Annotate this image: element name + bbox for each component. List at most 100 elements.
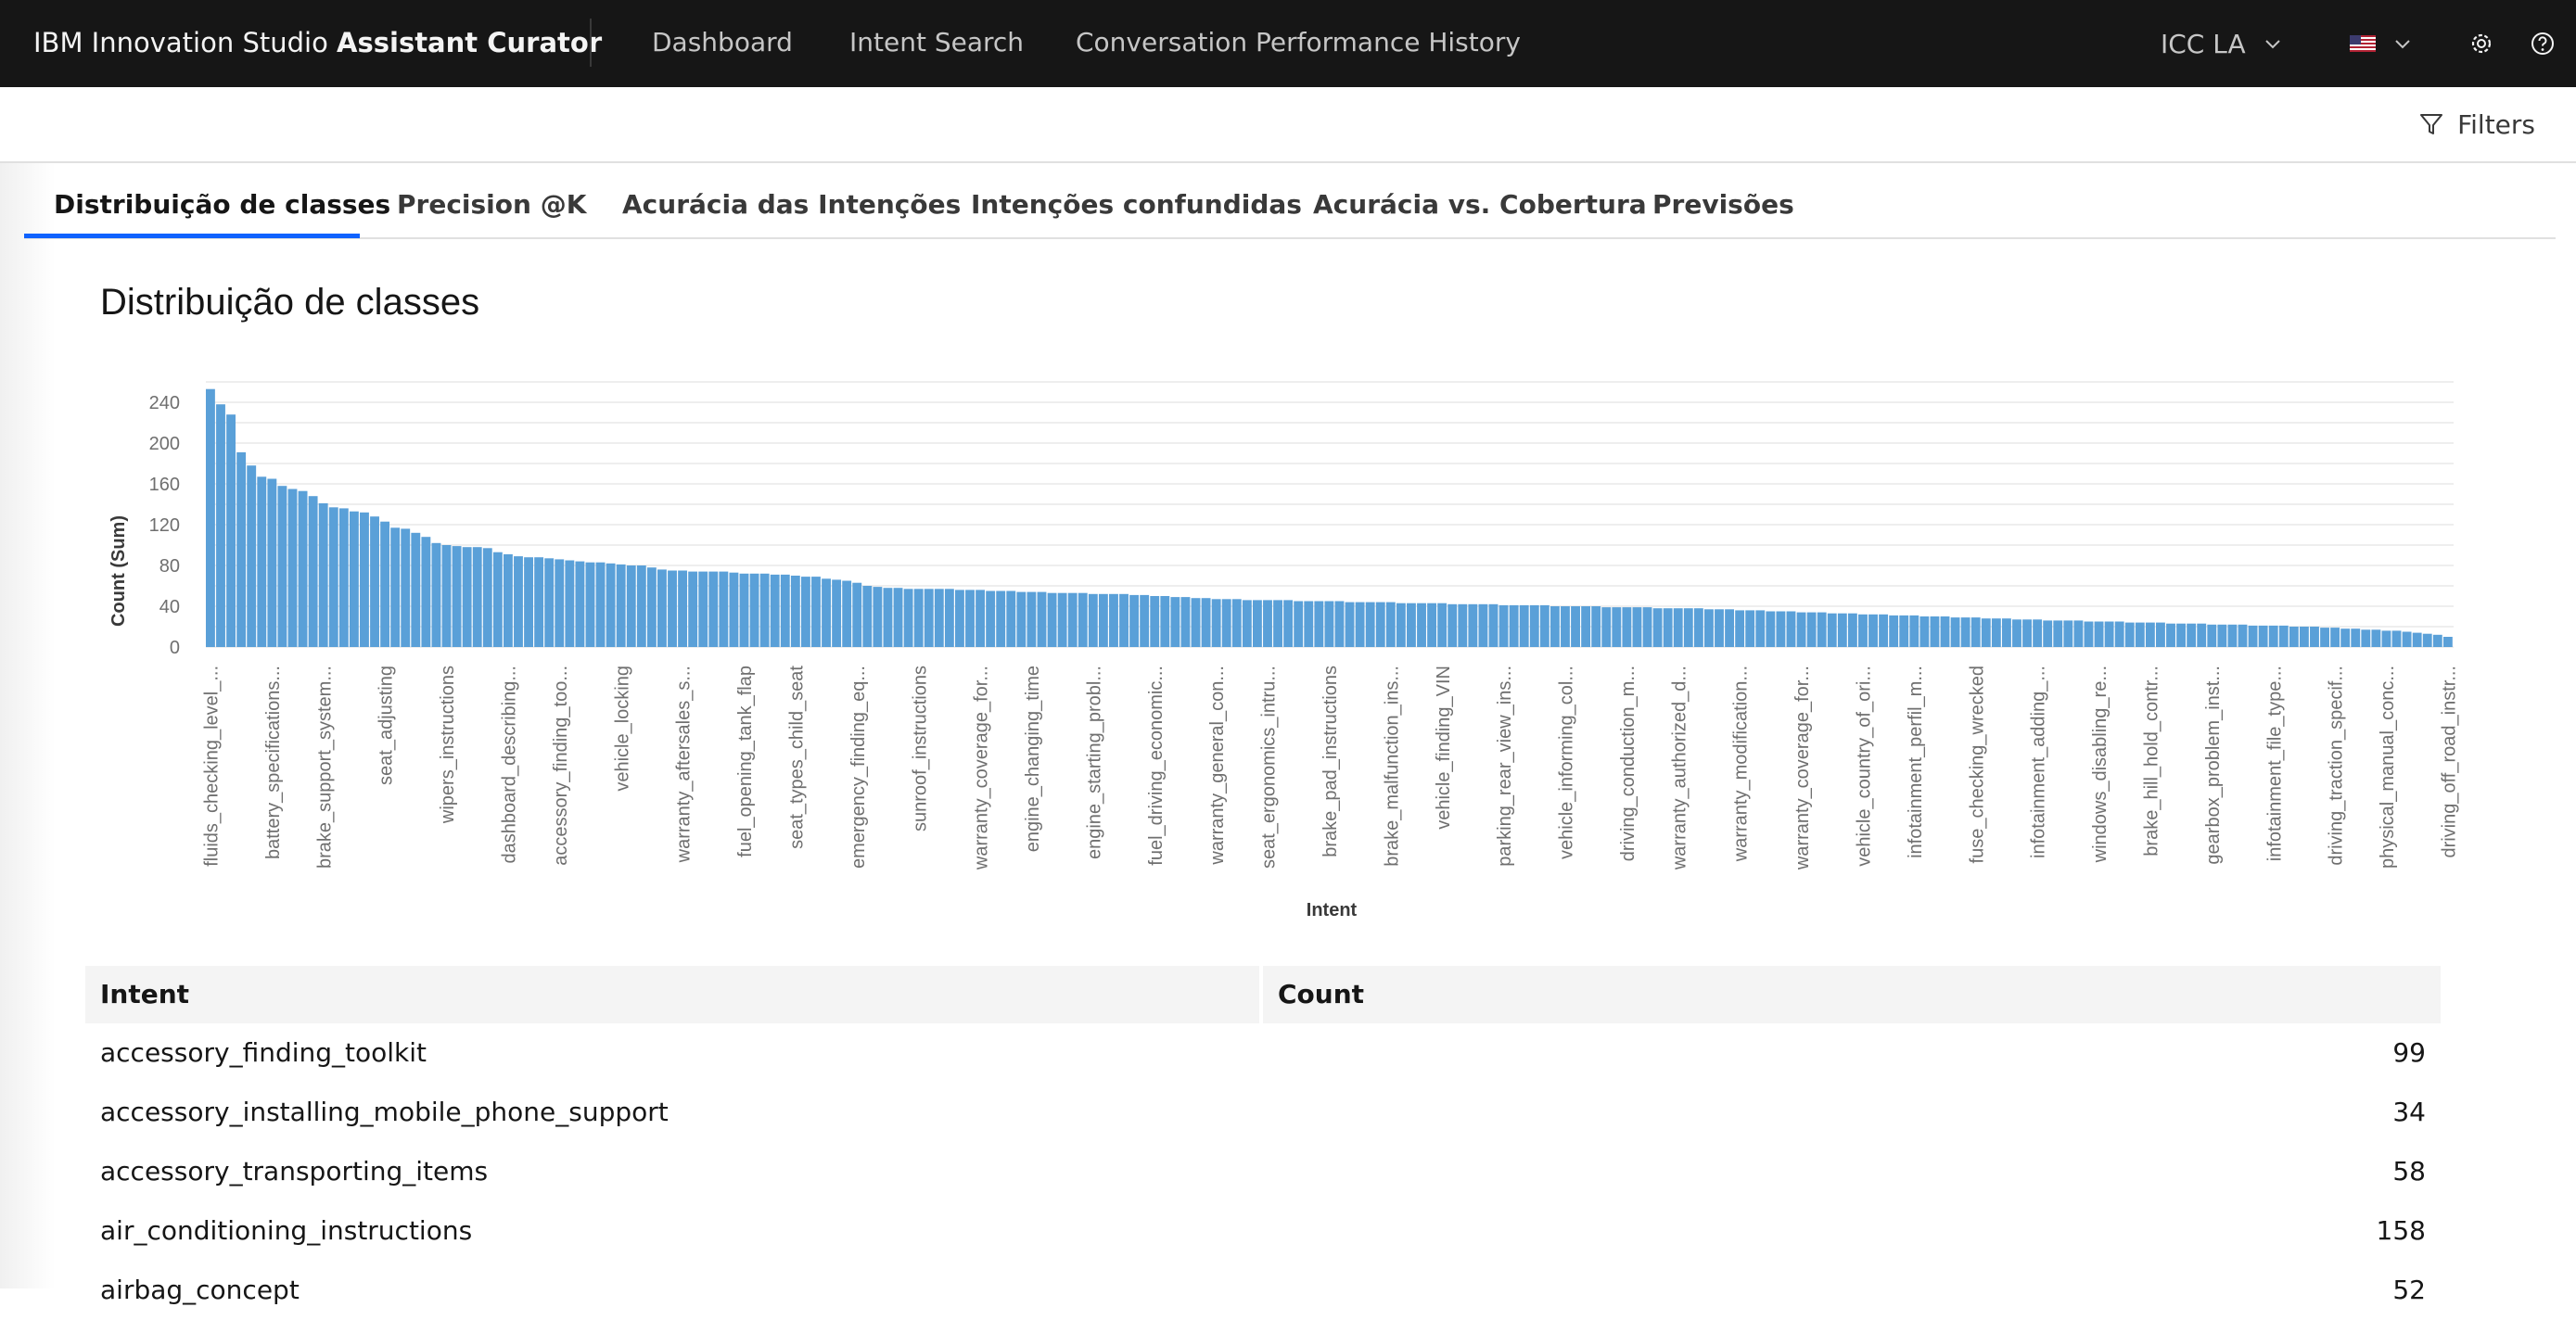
- app-brand[interactable]: IBM Innovation Studio Assistant Curator: [33, 0, 602, 87]
- tab-acuracia-vs-cobertura[interactable]: Acurácia vs. Cobertura: [1313, 182, 1647, 239]
- chart-bar: [1221, 599, 1231, 647]
- chart-bar: [1037, 591, 1047, 647]
- chart-bar: [2176, 623, 2187, 647]
- chart-bar: [1847, 613, 1857, 647]
- chart-bar: [1078, 592, 1088, 647]
- x-tick-label: brake_support_system...: [314, 666, 335, 869]
- chart-bar: [298, 490, 308, 647]
- chart-bar: [492, 552, 503, 647]
- count-cell: 99: [2392, 1037, 2426, 1068]
- chart-bar: [1889, 615, 1899, 647]
- chart-bar: [1180, 597, 1191, 647]
- tab-precision-at-k[interactable]: Precision @K: [397, 182, 586, 239]
- chart-bar: [2412, 632, 2422, 647]
- help-icon[interactable]: [2528, 29, 2557, 58]
- x-tick-label: infotainment_adding_...: [2029, 666, 2049, 858]
- top-header: IBM Innovation Studio Assistant Curator …: [0, 0, 2576, 87]
- chart-bar: [903, 589, 913, 647]
- chart-bar: [1283, 600, 1294, 647]
- chart-bar: [657, 569, 667, 647]
- nav-dashboard[interactable]: Dashboard: [652, 0, 793, 87]
- chart-bar: [1561, 606, 1570, 647]
- filters-button[interactable]: Filters: [2418, 106, 2535, 143]
- tab-previsoes[interactable]: Previsões: [1652, 182, 1794, 239]
- x-tick-label: infotainment_file_type...: [2264, 666, 2285, 861]
- chart-bar: [1601, 607, 1612, 647]
- chart-bar: [1837, 613, 1847, 647]
- chart-bar: [976, 590, 986, 647]
- chart-bar: [2289, 627, 2299, 647]
- chart-bar: [719, 571, 729, 647]
- chart-bar: [2073, 620, 2084, 647]
- chart-bar: [688, 571, 698, 647]
- chart-bar: [832, 579, 842, 647]
- tab-intencoes-confundidas[interactable]: Intenções confundidas: [971, 182, 1302, 239]
- x-tick-label: seat_types_child_seat: [786, 666, 807, 849]
- chart-bar: [2351, 628, 2361, 647]
- tab-distribuicao-de-classes[interactable]: Distribuição de classes: [54, 182, 390, 239]
- x-tick-label: fuel_driving_economic...: [1146, 666, 1167, 866]
- chart-bar: [2114, 621, 2124, 647]
- x-tick-label: engine_starting_probl...: [1084, 666, 1104, 859]
- chart-bar: [1745, 610, 1755, 647]
- chart-bar: [1016, 591, 1027, 647]
- chart-bar: [2278, 625, 2289, 647]
- chart-bar: [2227, 624, 2238, 647]
- chart-bar: [287, 489, 298, 647]
- chart-bar: [503, 553, 513, 647]
- chart-bar: [1571, 606, 1580, 647]
- chart-bar: [534, 557, 544, 647]
- chart-bar: [1427, 603, 1437, 647]
- chart-bar: [852, 582, 862, 647]
- chart-bar: [668, 570, 677, 647]
- chart-bar: [626, 565, 636, 647]
- filter-icon: [2420, 114, 2443, 134]
- chart-bar: [1109, 593, 1118, 647]
- chart-bar: [708, 571, 719, 647]
- chart-bar: [1612, 607, 1622, 647]
- workspace-selector[interactable]: ICC LA: [2161, 0, 2283, 87]
- chart-bar: [770, 574, 780, 647]
- chart-bar: [822, 578, 831, 647]
- chart-bar: [277, 486, 287, 647]
- chart-bar: [1673, 608, 1683, 647]
- chart-bar: [2320, 628, 2329, 647]
- chart-bar: [698, 571, 708, 647]
- y-tick-label: 80: [159, 556, 180, 577]
- chart-bar: [595, 562, 606, 647]
- chart-bars: [206, 388, 2453, 647]
- nav-conversation-performance-history[interactable]: Conversation Performance History: [1076, 0, 1521, 87]
- chart-bar: [1047, 592, 1057, 647]
- chart-bar: [2238, 624, 2248, 647]
- chart-bar: [2330, 628, 2340, 647]
- intent-cell: accessory_transporting_items: [100, 1156, 489, 1187]
- language-selector[interactable]: [2350, 0, 2413, 87]
- chart-bar: [360, 512, 369, 647]
- chart-bar: [441, 545, 452, 647]
- chart-bar: [1170, 597, 1180, 647]
- column-header-intent[interactable]: Intent: [85, 966, 1259, 1023]
- chart-bar: [1652, 608, 1663, 647]
- count-cell: 52: [2392, 1275, 2426, 1305]
- tab-acuracia-das-intencoes[interactable]: Acurácia das Intenções: [622, 182, 961, 239]
- chart-bar: [349, 511, 359, 647]
- chart-bar: [1140, 594, 1150, 647]
- chart-bar: [206, 388, 215, 647]
- intent-count-table: Intent Count accessory_finding_toolkit 9…: [85, 966, 2441, 1320]
- x-axis-label: Intent: [1307, 900, 1358, 920]
- chart-bar: [2001, 618, 2011, 647]
- chart-bar: [1006, 590, 1016, 647]
- chart-bar: [452, 546, 462, 647]
- gear-icon[interactable]: [2467, 29, 2496, 58]
- chart-bar: [678, 570, 688, 647]
- y-tick-label: 240: [149, 393, 180, 413]
- y-tick-label: 0: [170, 638, 180, 658]
- column-header-count[interactable]: Count: [1263, 966, 2441, 1023]
- chart-bar: [401, 528, 411, 647]
- nav-intent-search[interactable]: Intent Search: [849, 0, 1024, 87]
- chart-bar: [2402, 631, 2412, 647]
- x-tick-label: seat_adjusting: [376, 666, 397, 785]
- x-tick-label: warranty_authorized_d...: [1669, 666, 1690, 870]
- chart-bar: [1191, 598, 1201, 647]
- x-tick-label: parking_rear_view_ins...: [1495, 666, 1515, 867]
